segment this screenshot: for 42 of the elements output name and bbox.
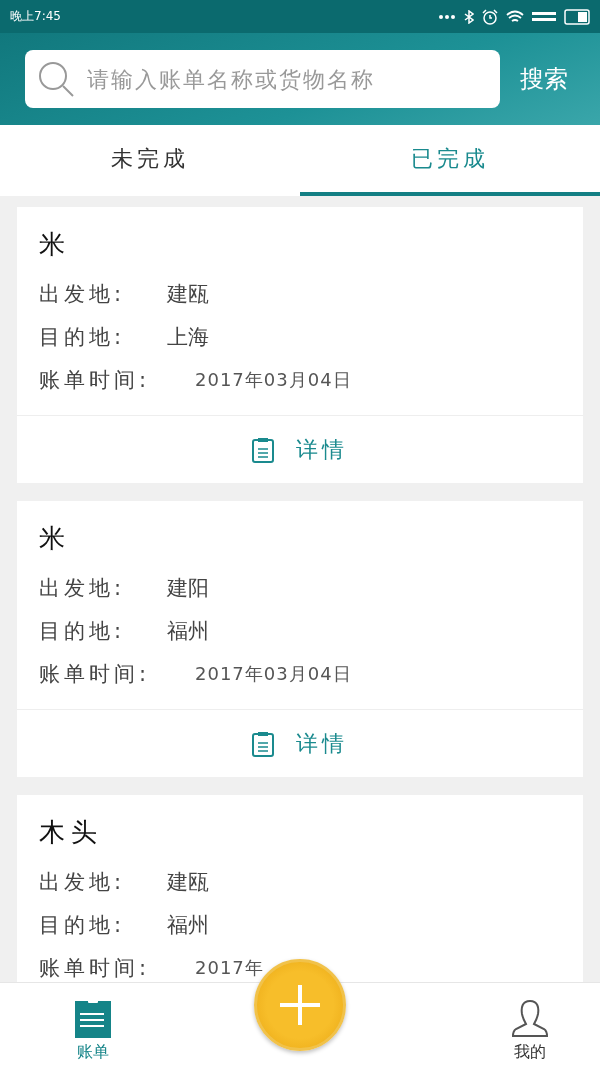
field-label: 出发地: [39,280,127,308]
bill-name: 米 [39,522,72,555]
field-label: 账单时间: [39,660,152,688]
field-label: 账单时间: [39,954,152,982]
field-label: 目的地: [39,617,127,645]
more-dots-icon [438,13,456,20]
field-label: 账单时间: [39,366,152,394]
destination-value: 福州 [167,617,209,645]
origin-value: 建阳 [167,574,209,602]
search-icon [37,60,75,98]
nav-item[interactable]: 账单 [75,983,111,1067]
date-value: 2017年 [195,955,264,980]
field-label: 目的地: [39,911,127,939]
details-button[interactable]: 详情 [246,433,354,466]
destination-value: 福州 [167,911,209,939]
nav-item[interactable]: 我的 [510,983,550,1067]
field-label: 出发地: [39,574,127,602]
bill-name: 木头 [39,816,104,849]
document-icon [75,1000,111,1038]
bluetooth-icon [464,9,474,24]
status-time: 晚上7:45 [10,8,61,25]
wifi-icon [506,9,524,24]
date-value: 2017年03月04日 [195,661,352,686]
bill-name: 米 [39,228,72,261]
field-label: 出发地: [39,868,127,896]
clipboard-icon [252,730,274,757]
details-button[interactable]: 详情 [246,727,354,760]
plus-icon [278,983,322,1027]
origin-value: 建瓯 [167,280,209,308]
signal-icon [532,11,556,22]
person-icon [510,998,550,1038]
search-field[interactable]: 请输入账单名称或货物名称 [25,50,500,108]
tab[interactable]: 已完成 [300,125,600,196]
battery-icon [564,8,590,25]
clipboard-icon [252,436,274,463]
alarm-clock-icon [482,8,498,25]
tab[interactable]: 未完成 [0,125,300,196]
search-button[interactable]: 搜索 [520,63,568,95]
origin-value: 建瓯 [167,868,209,896]
date-value: 2017年03月04日 [195,367,352,392]
destination-value: 上海 [167,323,209,351]
field-label: 目的地: [39,323,127,351]
